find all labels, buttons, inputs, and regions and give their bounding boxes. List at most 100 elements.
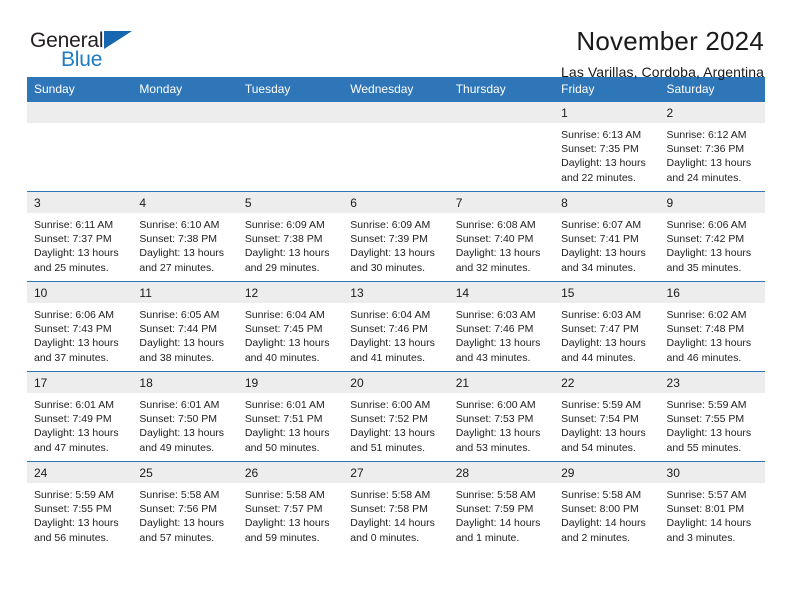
daylight-line: and 1 minute. [455, 531, 520, 544]
calendar-cell-day[interactable]: 4 Sunrise: 6:10 AM Sunset: 7:38 PM Daylight… [132, 191, 238, 282]
day-details: Sunrise: 6:09 AM Sunset: 7:38 PM Daylight:… [238, 213, 343, 275]
sunset-line: Sunset: 7:52 PM [350, 413, 428, 426]
calendar-cell-day[interactable]: 25 Sunrise: 5:58 AM Sunset: 7:56 PM Dayligh… [132, 461, 238, 552]
calendar-cell-day[interactable]: 20 Sunrise: 6:00 AM Sunset: 7:52 PM Dayligh… [343, 371, 449, 462]
sunrise-line: Sunrise: 6:04 AM [244, 309, 325, 321]
calendar-cell-day[interactable]: 28 Sunrise: 5:58 AM Sunset: 7:59 PM Dayligh… [448, 461, 555, 552]
sunrise-line: Sunrise: 6:09 AM [350, 219, 431, 231]
calendar-cell-day[interactable]: 13 Sunrise: 6:04 AM Sunset: 7:46 PM Dayligh… [343, 281, 449, 372]
daylight-line: and 53 minutes. [455, 441, 531, 454]
daylight-line: and 29 minutes. [244, 261, 320, 274]
daylight-line: and 47 minutes. [34, 441, 109, 454]
day-details: Sunrise: 6:03 AM Sunset: 7:47 PM Daylight:… [554, 303, 659, 365]
daylight-line: and 51 minutes. [350, 441, 425, 454]
calendar-cell-day[interactable]: 3 Sunrise: 6:11 AM Sunset: 7:37 PM Daylight… [27, 191, 133, 282]
calendar-cell-day[interactable]: 9 Sunrise: 6:06 AM Sunset: 7:42 PM Daylight… [659, 191, 765, 282]
sunset-line: Sunset: 7:46 PM [455, 323, 534, 336]
calendar-cell-day[interactable]: 30 Sunrise: 5:57 AM Sunset: 8:01 PM Dayligh… [659, 461, 765, 552]
day-number: 20 [343, 372, 449, 393]
daylight-line: and 43 minutes. [455, 351, 531, 364]
sunset-line: Sunset: 7:35 PM [561, 143, 639, 156]
sunset-line: Sunset: 7:47 PM [561, 323, 639, 336]
daylight-line: and 27 minutes. [139, 261, 215, 274]
calendar-cell-day[interactable]: 2 Sunrise: 6:12 AM Sunset: 7:36 PM Daylight… [659, 101, 765, 192]
calendar-cell-day[interactable]: 26 Sunrise: 5:58 AM Sunset: 7:57 PM Dayligh… [237, 461, 344, 552]
calendar-cell-day[interactable]: 15 Sunrise: 6:03 AM Sunset: 7:47 PM Dayligh… [554, 281, 660, 372]
daylight-line: and 34 minutes. [561, 261, 636, 274]
sunrise-line: Sunrise: 6:00 AM [350, 399, 431, 411]
sunset-line: Sunset: 8:01 PM [666, 503, 745, 516]
day-details: Sunrise: 5:59 AM Sunset: 7:55 PM Daylight:… [660, 393, 765, 455]
daylight-line: Daylight: 13 hours [350, 247, 435, 260]
daylight-line: Daylight: 14 hours [350, 517, 435, 530]
day-details: Sunrise: 6:02 AM Sunset: 7:48 PM Daylight:… [660, 303, 765, 365]
daylight-line: Daylight: 14 hours [561, 517, 646, 530]
calendar-cell-day[interactable]: 18 Sunrise: 6:01 AM Sunset: 7:50 PM Dayligh… [132, 371, 238, 462]
sunrise-line: Sunrise: 5:58 AM [139, 489, 220, 501]
daylight-line: and 49 minutes. [139, 441, 215, 454]
day-details: Sunrise: 5:59 AM Sunset: 7:55 PM Daylight:… [27, 483, 132, 545]
brand-logo[interactable]: General Blue [30, 26, 150, 72]
sunrise-line: Sunrise: 6:05 AM [139, 309, 220, 321]
calendar-cell-day[interactable]: 23 Sunrise: 5:59 AM Sunset: 7:55 PM Dayligh… [659, 371, 765, 462]
day-number: 7 [448, 192, 555, 213]
daylight-line: Daylight: 13 hours [350, 427, 435, 440]
brand-name-blue: Blue [61, 48, 103, 71]
day-details: Sunrise: 6:10 AM Sunset: 7:38 PM Daylight:… [132, 213, 237, 275]
sunrise-line: Sunrise: 6:01 AM [244, 399, 325, 411]
day-details: Sunrise: 6:06 AM Sunset: 7:42 PM Daylight:… [660, 213, 765, 275]
daylight-line: Daylight: 13 hours [34, 517, 119, 530]
calendar-cell-day[interactable]: 7 Sunrise: 6:08 AM Sunset: 7:40 PM Daylight… [448, 191, 555, 282]
day-number: 19 [237, 372, 344, 393]
calendar-cell-day[interactable]: 22 Sunrise: 5:59 AM Sunset: 7:54 PM Dayligh… [554, 371, 660, 462]
calendar-cell-day[interactable]: 17 Sunrise: 6:01 AM Sunset: 7:49 PM Dayligh… [27, 371, 133, 462]
day-details: Sunrise: 6:08 AM Sunset: 7:40 PM Daylight:… [449, 213, 554, 275]
calendar-cell-day[interactable]: 24 Sunrise: 5:59 AM Sunset: 7:55 PM Dayligh… [27, 461, 133, 552]
daylight-line: Daylight: 13 hours [34, 337, 119, 350]
day-details: Sunrise: 5:58 AM Sunset: 7:58 PM Daylight:… [343, 483, 448, 545]
calendar-cell-day[interactable]: 16 Sunrise: 6:02 AM Sunset: 7:48 PM Dayligh… [659, 281, 765, 372]
daylight-line: and 54 minutes. [561, 441, 636, 454]
page-subtitle: Las Varillas, Cordoba, Argentina [561, 64, 764, 80]
calendar-cell-day[interactable]: 6 Sunrise: 6:09 AM Sunset: 7:39 PM Daylight… [343, 191, 449, 282]
sunset-line: Sunset: 7:48 PM [666, 323, 745, 336]
sunrise-line: Sunrise: 5:58 AM [561, 489, 642, 501]
daylight-line: and 25 minutes. [34, 261, 109, 274]
day-number [448, 102, 555, 123]
calendar-cell-day[interactable]: 1 Sunrise: 6:13 AM Sunset: 7:35 PM Daylight… [554, 101, 660, 192]
weekday-header-monday: Monday [132, 77, 238, 102]
daylight-line: and 37 minutes. [34, 351, 109, 364]
sunset-line: Sunset: 7:50 PM [139, 413, 218, 426]
day-details: Sunrise: 6:01 AM Sunset: 7:51 PM Daylight:… [238, 393, 343, 455]
calendar-cell-day[interactable]: 21 Sunrise: 6:00 AM Sunset: 7:53 PM Dayligh… [448, 371, 555, 462]
page-title: November 2024 [576, 26, 764, 56]
daylight-line: Daylight: 13 hours [350, 337, 435, 350]
sunset-line: Sunset: 7:55 PM [666, 413, 745, 426]
sunrise-line: Sunrise: 6:01 AM [139, 399, 220, 411]
calendar-cell-day[interactable]: 5 Sunrise: 6:09 AM Sunset: 7:38 PM Daylight… [237, 191, 344, 282]
calendar-cell-day[interactable]: 10 Sunrise: 6:06 AM Sunset: 7:43 PM Dayligh… [27, 281, 133, 372]
day-details: Sunrise: 6:05 AM Sunset: 7:44 PM Daylight:… [132, 303, 237, 365]
day-number: 22 [554, 372, 660, 393]
day-details: Sunrise: 6:06 AM Sunset: 7:43 PM Daylight:… [27, 303, 132, 365]
day-number: 15 [554, 282, 660, 303]
day-number: 26 [237, 462, 344, 483]
calendar-cell-day[interactable]: 11 Sunrise: 6:05 AM Sunset: 7:44 PM Dayligh… [132, 281, 238, 372]
calendar-cell-day[interactable]: 27 Sunrise: 5:58 AM Sunset: 7:58 PM Dayligh… [343, 461, 449, 552]
daylight-line: Daylight: 13 hours [666, 247, 752, 260]
sunrise-line: Sunrise: 5:58 AM [455, 489, 536, 501]
day-details: Sunrise: 6:01 AM Sunset: 7:49 PM Daylight:… [27, 393, 132, 455]
calendar-cell-day[interactable]: 19 Sunrise: 6:01 AM Sunset: 7:51 PM Dayligh… [237, 371, 344, 462]
daylight-line: Daylight: 13 hours [139, 247, 225, 260]
calendar-cell-day[interactable]: 14 Sunrise: 6:03 AM Sunset: 7:46 PM Dayligh… [448, 281, 555, 372]
daylight-line: and 38 minutes. [139, 351, 215, 364]
daylight-line: Daylight: 13 hours [34, 247, 119, 260]
calendar-cell-day[interactable]: 29 Sunrise: 5:58 AM Sunset: 8:00 PM Dayligh… [554, 461, 660, 552]
calendar-cell-day[interactable]: 8 Sunrise: 6:07 AM Sunset: 7:41 PM Daylight… [554, 191, 660, 282]
calendar-cell-day[interactable]: 12 Sunrise: 6:04 AM Sunset: 7:45 PM Dayligh… [237, 281, 344, 372]
day-details: Sunrise: 6:03 AM Sunset: 7:46 PM Daylight:… [449, 303, 554, 365]
sunset-line: Sunset: 7:55 PM [34, 503, 112, 516]
daylight-line: Daylight: 13 hours [666, 337, 752, 350]
daylight-line: Daylight: 14 hours [455, 517, 541, 530]
sunset-line: Sunset: 8:00 PM [561, 503, 639, 516]
